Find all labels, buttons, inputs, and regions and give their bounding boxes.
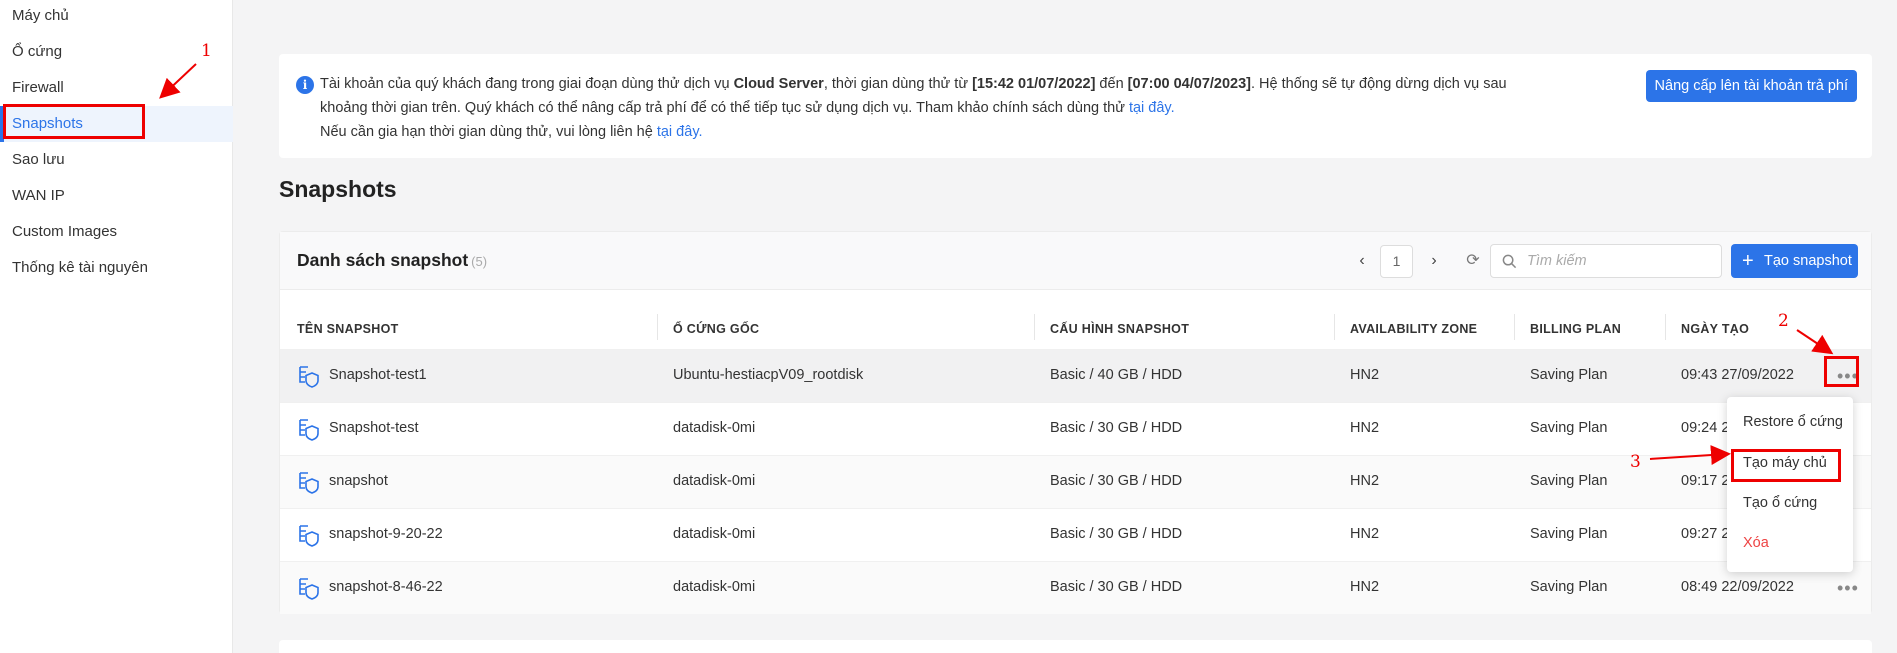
annotation-arrows [159,63,1834,466]
